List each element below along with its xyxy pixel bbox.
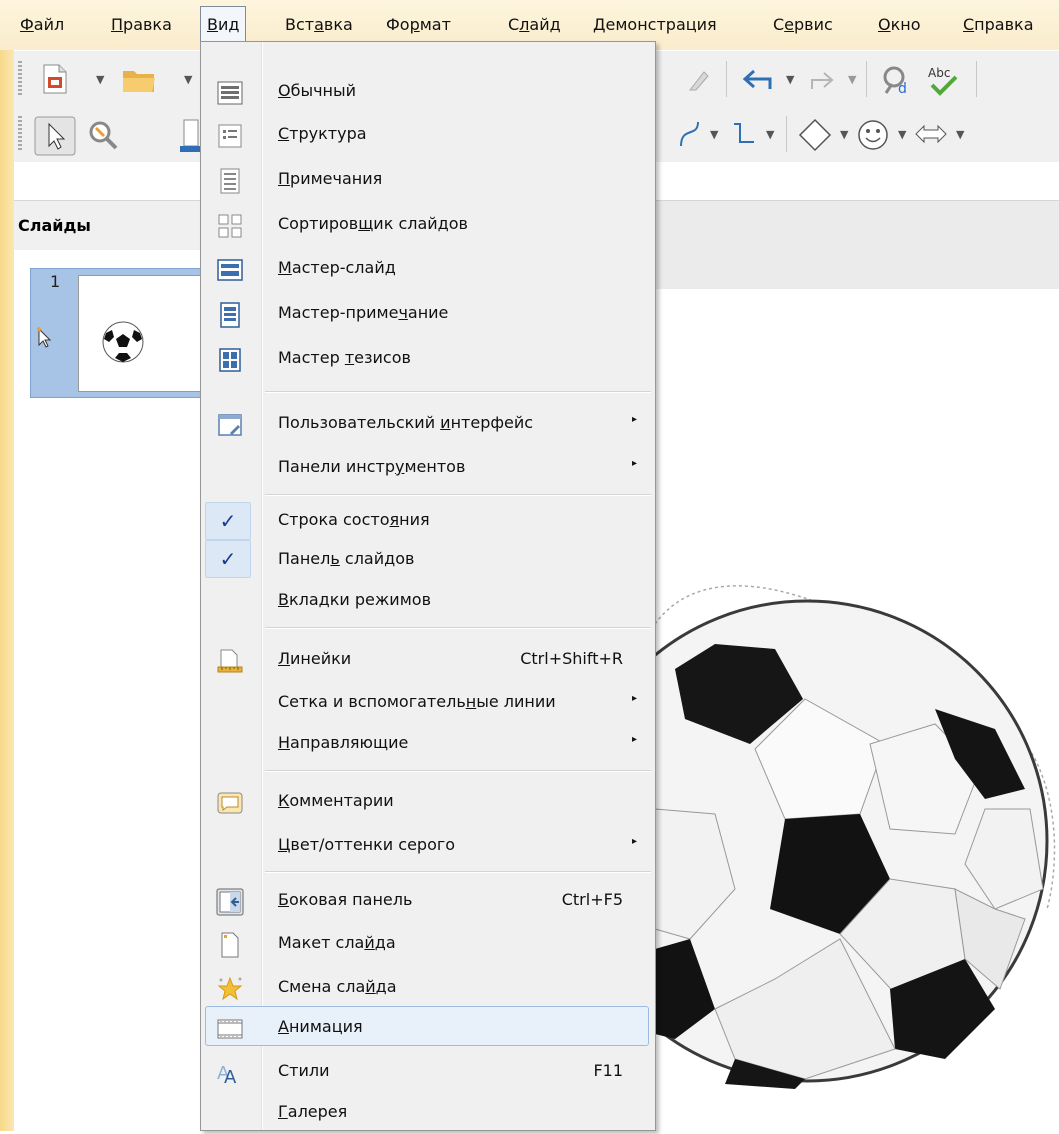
comments-icon <box>217 792 243 814</box>
find-replace-icon[interactable]: d <box>880 63 914 97</box>
view-tabs-bar <box>655 200 1059 290</box>
menu-help[interactable]: Справка <box>963 14 1034 36</box>
view-menu-dropdown: Обычный Структура Примечания Сортировщик… <box>200 41 656 1131</box>
symbol-shapes-icon[interactable] <box>856 118 890 152</box>
sidebar-icon <box>216 888 244 916</box>
chevron-down-icon[interactable]: ▼ <box>786 73 794 86</box>
shortcut-label: Ctrl+Shift+R <box>520 649 623 668</box>
window-frame-left <box>0 0 14 1131</box>
menu-view[interactable]: Вид <box>200 6 247 43</box>
svg-text:d: d <box>898 81 907 97</box>
submenu-arrow-icon: ▸ <box>631 458 637 469</box>
menu-item-slide-layout[interactable]: Макет слайда <box>201 923 655 965</box>
undo-icon[interactable] <box>740 67 776 93</box>
menu-item-grid-helplines[interactable]: Сетка и вспомогательные линии ▸ <box>201 682 655 724</box>
menu-item-styles[interactable]: AA Стили F11 <box>201 1051 655 1093</box>
chevron-down-icon[interactable]: ▼ <box>710 128 718 141</box>
curve-icon[interactable] <box>678 118 702 148</box>
toolbar-grip[interactable] <box>18 61 22 97</box>
menu-item-status-bar[interactable]: Строка состояния <box>201 500 655 542</box>
menu-item-toolbars[interactable]: Панели инструментов ▸ <box>201 447 655 489</box>
submenu-arrow-icon: ▸ <box>631 836 637 847</box>
clear-formatting-icon[interactable] <box>686 66 710 92</box>
menu-item-gallery[interactable]: Галерея <box>201 1092 655 1134</box>
menu-insert[interactable]: Вставка <box>285 14 353 36</box>
slide-transition-icon <box>217 976 243 1001</box>
menu-item-sidebar[interactable]: Боковая панель Ctrl+F5 <box>201 880 655 922</box>
line-color-icon[interactable] <box>180 118 200 152</box>
master-handout-icon <box>219 348 241 372</box>
menu-item-slide-sorter[interactable]: Сортировщик слайдов <box>201 204 655 246</box>
menu-item-rulers[interactable]: Линейки Ctrl+Shift+R <box>201 639 655 681</box>
normal-view-icon <box>217 81 243 105</box>
svg-text:Abc: Abc <box>928 66 950 80</box>
redo-icon[interactable] <box>804 67 836 93</box>
submenu-arrow-icon: ▸ <box>631 734 637 745</box>
menu-edit[interactable]: Правка <box>111 14 172 36</box>
menu-file[interactable]: Файл <box>20 14 64 36</box>
open-folder-icon[interactable] <box>122 67 156 93</box>
custom-animation-indicator-icon <box>37 327 52 348</box>
menu-item-master-slide[interactable]: Мастер-слайд <box>201 248 655 290</box>
animation-icon <box>217 1019 243 1039</box>
outline-view-icon <box>218 124 242 148</box>
new-document-icon[interactable] <box>42 64 68 94</box>
soccer-ball-thumbnail <box>102 321 144 363</box>
menu-item-outline[interactable]: Структура <box>201 114 655 156</box>
menu-item-view-tabs[interactable]: Вкладки режимов <box>201 580 655 622</box>
notes-view-icon <box>220 168 240 194</box>
menu-format[interactable]: Формат <box>386 14 451 36</box>
slide-layout-icon <box>221 932 239 958</box>
user-interface-icon <box>218 414 242 436</box>
chevron-down-icon[interactable]: ▼ <box>96 73 104 86</box>
menu-slide[interactable]: Слайд <box>508 14 561 36</box>
shortcut-label: F11 <box>593 1061 623 1080</box>
menu-tools[interactable]: Сервис <box>773 14 833 36</box>
shortcut-label: Ctrl+F5 <box>561 890 623 909</box>
slide-thumbnail[interactable] <box>78 275 220 392</box>
menu-item-slide-transition[interactable]: Смена слайда <box>201 967 655 1009</box>
menu-item-user-interface[interactable]: Пользовательский интерфейс ▸ <box>201 403 655 445</box>
toolbar-grip[interactable] <box>18 116 22 152</box>
menu-item-guides[interactable]: Направляющие ▸ <box>201 723 655 765</box>
menu-item-comments[interactable]: Комментарии <box>201 781 655 823</box>
menu-window[interactable]: Окно <box>878 14 921 36</box>
menu-item-notes[interactable]: Примечания <box>201 159 655 201</box>
svg-text:A: A <box>224 1067 237 1087</box>
styles-icon: AA <box>217 1063 237 1087</box>
zoom-pan-icon[interactable] <box>86 118 120 152</box>
menu-item-master-notes[interactable]: Мастер-примечание <box>201 293 655 335</box>
menu-item-color-grayscale[interactable]: Цвет/оттенки серого ▸ <box>201 825 655 867</box>
master-notes-icon <box>220 302 240 328</box>
slide-number: 1 <box>50 272 61 291</box>
connector-icon[interactable] <box>730 120 758 148</box>
submenu-arrow-icon: ▸ <box>631 414 637 425</box>
chevron-down-icon[interactable]: ▼ <box>956 128 964 141</box>
menu-item-normal[interactable]: Обычный <box>201 71 655 113</box>
spellcheck-icon[interactable]: Abc <box>926 63 960 97</box>
menu-item-animation[interactable]: Анимация <box>201 1007 655 1049</box>
select-arrow-icon[interactable] <box>34 116 76 156</box>
master-slide-icon <box>217 259 243 281</box>
slide-sorter-icon <box>218 214 242 238</box>
chevron-down-icon[interactable]: ▼ <box>898 128 906 141</box>
chevron-down-icon[interactable]: ▼ <box>848 73 856 86</box>
menu-slideshow[interactable]: Демонстрация <box>593 14 717 36</box>
chevron-down-icon[interactable]: ▼ <box>184 73 192 86</box>
block-arrows-icon[interactable] <box>914 122 948 146</box>
slide-canvas[interactable] <box>655 289 1059 1131</box>
menu-item-master-handout[interactable]: Мастер тезисов <box>201 338 655 380</box>
soccer-ball-image[interactable] <box>655 289 1059 1131</box>
basic-shapes-icon[interactable] <box>798 118 832 152</box>
chevron-down-icon[interactable]: ▼ <box>840 128 848 141</box>
submenu-arrow-icon: ▸ <box>631 693 637 704</box>
rulers-icon <box>217 649 243 673</box>
chevron-down-icon[interactable]: ▼ <box>766 128 774 141</box>
menu-item-slide-pane[interactable]: Панель слайдов <box>201 539 655 581</box>
